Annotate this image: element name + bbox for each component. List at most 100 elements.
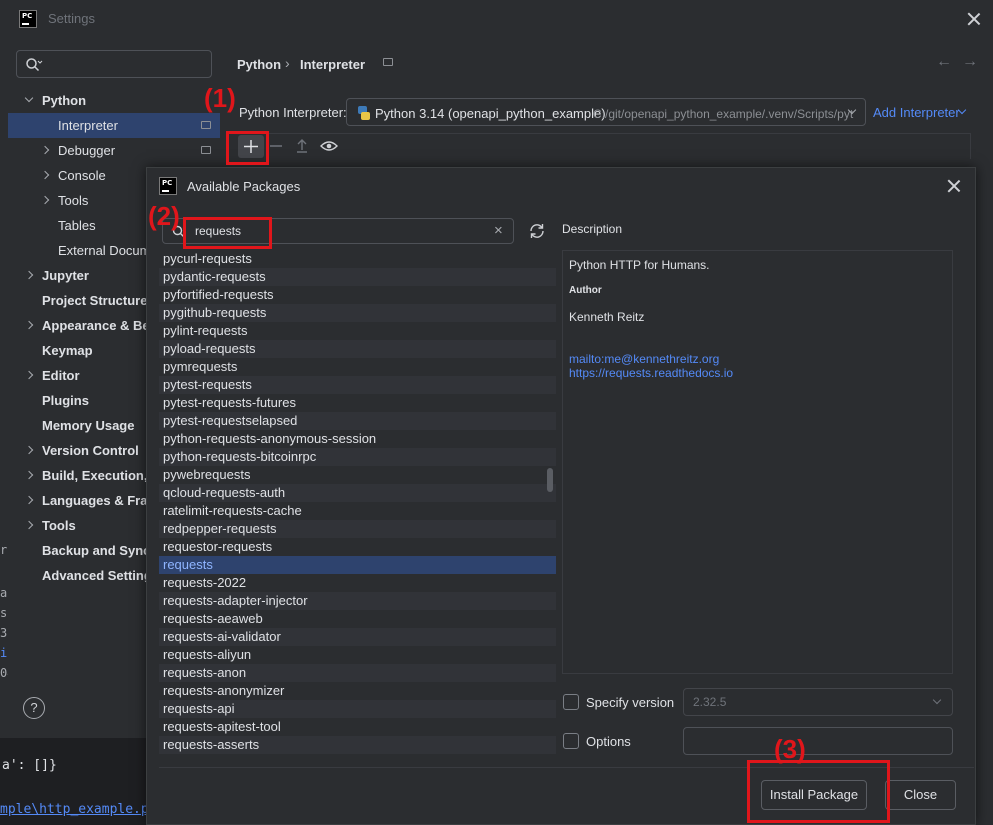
- chevron-right-icon[interactable]: [24, 320, 34, 330]
- python-icon: [358, 106, 370, 120]
- options-input[interactable]: [683, 727, 953, 755]
- sidebar-item-label: Appearance & Beh: [42, 318, 158, 333]
- interpreter-name: Python 3.14 (openapi_python_example): [375, 106, 606, 121]
- annotation-box-install: [747, 760, 890, 823]
- sidebar-item-label: Tools: [58, 193, 89, 208]
- refresh-icon[interactable]: [528, 222, 546, 240]
- close-dialog-icon[interactable]: [946, 178, 962, 194]
- package-list-item[interactable]: pylint-requests: [159, 322, 556, 340]
- chevron-down-icon[interactable]: [24, 93, 34, 103]
- package-list-item[interactable]: python-requests-anonymous-session: [159, 430, 556, 448]
- package-list-item[interactable]: pywebrequests: [159, 466, 556, 484]
- breadcrumb-current: Interpreter: [300, 57, 366, 72]
- package-list-item[interactable]: pygithub-requests: [159, 304, 556, 322]
- package-list-item[interactable]: requests-apitest-tool: [159, 718, 556, 736]
- sidebar-item-interpreter[interactable]: Interpreter: [8, 113, 220, 138]
- package-list-item[interactable]: ratelimit-requests-cache: [159, 502, 556, 520]
- package-list-item[interactable]: requests-anonymizer: [159, 682, 556, 700]
- specify-version-label: Specify version: [586, 695, 675, 710]
- remove-package-icon[interactable]: [269, 139, 283, 153]
- sidebar-item-label: Version Control: [42, 443, 139, 458]
- author-email-link[interactable]: mailto:me@kennethreitz.org: [569, 352, 719, 366]
- package-list-item[interactable]: qcloud-requests-auth: [159, 484, 556, 502]
- description-panel: Python HTTP for Humans. Author Kenneth R…: [562, 250, 953, 674]
- package-list-item[interactable]: requests-aliyun: [159, 646, 556, 664]
- upgrade-package-icon[interactable]: [295, 138, 309, 154]
- package-summary: Python HTTP for Humans.: [569, 258, 710, 272]
- breadcrumb-parent[interactable]: Python: [237, 57, 281, 72]
- author-name: Kenneth Reitz: [569, 310, 645, 324]
- package-list-item[interactable]: requests-2022: [159, 574, 556, 592]
- package-list-item[interactable]: pytest-requests-futures: [159, 394, 556, 412]
- add-interpreter-link[interactable]: Add Interpreter: [873, 105, 960, 120]
- package-list-item[interactable]: pymrequests: [159, 358, 556, 376]
- package-list-item[interactable]: pytest-requestselapsed: [159, 412, 556, 430]
- homepage-link[interactable]: https://requests.readthedocs.io: [569, 366, 733, 380]
- chevron-right-icon[interactable]: [24, 370, 34, 380]
- options-checkbox[interactable]: [563, 733, 579, 749]
- sidebar-item-python[interactable]: Python: [8, 88, 220, 113]
- window-title: Settings: [48, 11, 95, 26]
- sidebar-item-label: Keymap: [42, 343, 93, 358]
- annotation-box-add: [226, 131, 269, 165]
- chevron-right-icon[interactable]: [24, 520, 34, 530]
- package-list-item[interactable]: pydantic-requests: [159, 268, 556, 286]
- pycharm-logo-icon: PC: [19, 10, 37, 28]
- help-icon[interactable]: ?: [23, 697, 45, 719]
- editor-left-margin: r ar st 3. ir 04: [0, 543, 8, 680]
- pycharm-logo-icon: PC: [159, 177, 177, 195]
- package-list-item[interactable]: requests-aeaweb: [159, 610, 556, 628]
- options-label: Options: [586, 734, 631, 749]
- chevron-right-icon[interactable]: [40, 145, 50, 155]
- chevron-right-icon[interactable]: [24, 445, 34, 455]
- forward-arrow-icon[interactable]: →: [962, 53, 978, 71]
- package-list-item[interactable]: redpepper-requests: [159, 520, 556, 538]
- sidebar-item-label: Console: [58, 168, 106, 183]
- sidebar-item-label: Jupyter: [42, 268, 89, 283]
- project-scope-icon: [201, 121, 211, 129]
- page-settings-icon[interactable]: [383, 58, 393, 66]
- annotation-step-1: (1): [204, 83, 236, 113]
- packages-toolbar: [226, 133, 971, 159]
- sidebar-item-label: Debugger: [58, 143, 116, 158]
- version-select[interactable]: 2.32.5: [683, 688, 953, 716]
- editor-line-1: a': []}: [2, 758, 57, 773]
- package-list-item[interactable]: requests-asserts: [159, 736, 556, 754]
- close-button[interactable]: Close: [885, 780, 956, 810]
- package-list-item[interactable]: python-requests-bitcoinrpc: [159, 448, 556, 466]
- package-list-item[interactable]: pycurl-requests: [159, 250, 556, 268]
- sidebar-item-label: Memory Usage: [42, 418, 135, 433]
- interpreter-path: C:/git/openapi_python_example/.venv/Scri…: [593, 107, 854, 121]
- package-list-item[interactable]: requests-anon: [159, 664, 556, 682]
- chevron-right-icon[interactable]: [24, 470, 34, 480]
- package-list-item[interactable]: requests-api: [159, 700, 556, 718]
- version-value: 2.32.5: [693, 695, 727, 709]
- sidebar-item-label: Tables: [58, 218, 96, 233]
- package-list-item[interactable]: pyfortified-requests: [159, 286, 556, 304]
- author-heading: Author: [569, 285, 602, 296]
- close-window-icon[interactable]: [966, 11, 982, 27]
- chevron-right-icon[interactable]: [24, 495, 34, 505]
- back-arrow-icon[interactable]: ←: [936, 53, 952, 71]
- list-scrollbar-thumb[interactable]: [547, 468, 553, 492]
- specify-version-checkbox[interactable]: [563, 694, 579, 710]
- package-list-item[interactable]: requests-ai-validator: [159, 628, 556, 646]
- package-list-item[interactable]: pytest-requests: [159, 376, 556, 394]
- title-bar: PC Settings: [0, 0, 993, 38]
- package-list-item[interactable]: requests: [159, 556, 556, 574]
- sidebar-item-label: Build, Execution, D: [42, 468, 161, 483]
- clear-search-icon[interactable]: ×: [494, 222, 503, 239]
- chevron-right-icon[interactable]: [40, 170, 50, 180]
- show-details-eye-icon[interactable]: [320, 139, 338, 153]
- chevron-right-icon[interactable]: [40, 195, 50, 205]
- package-list-item[interactable]: requests-adapter-injector: [159, 592, 556, 610]
- package-list-item[interactable]: pyload-requests: [159, 340, 556, 358]
- interpreter-select[interactable]: Python 3.14 (openapi_python_example) C:/…: [346, 98, 866, 126]
- sidebar-item-debugger[interactable]: Debugger: [8, 138, 220, 163]
- sidebar-item-label: Project Structure: [42, 293, 148, 308]
- sidebar-search-input[interactable]: [16, 50, 212, 78]
- background-editor: a': []} mple\http_example.p: [0, 738, 160, 825]
- chevron-right-icon[interactable]: [24, 270, 34, 280]
- package-list-item[interactable]: requestor-requests: [159, 538, 556, 556]
- editor-link-line[interactable]: mple\http_example.p: [0, 802, 149, 817]
